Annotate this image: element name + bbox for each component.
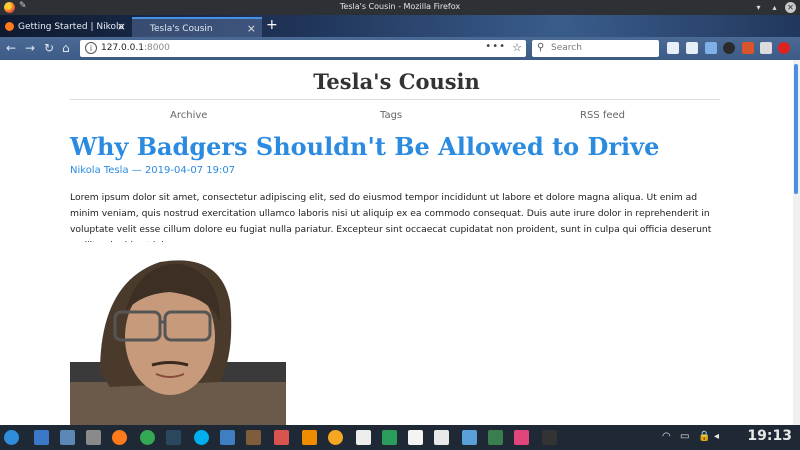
- steam-icon[interactable]: [166, 430, 181, 445]
- image-viewer-icon[interactable]: [488, 430, 503, 445]
- page-scrollbar[interactable]: [793, 60, 800, 425]
- skype-icon[interactable]: [194, 430, 209, 445]
- page-content: Tesla's Cousin Archive Tags RSS feed Why…: [0, 60, 793, 425]
- search-input[interactable]: ⚲ Search: [532, 40, 659, 57]
- search-icon: ⚲: [537, 42, 545, 53]
- tab-strip: Getting Started | Nikola × Tesla's Cousi…: [0, 15, 800, 37]
- nav-link-rss[interactable]: RSS feed: [580, 110, 625, 121]
- post-date[interactable]: 2019-04-07 19:07: [145, 165, 235, 176]
- spreadsheet-icon[interactable]: [434, 430, 449, 445]
- site-title[interactable]: Tesla's Cousin: [0, 69, 793, 94]
- tab-favicon-icon: [5, 22, 14, 31]
- tab-teslas-cousin[interactable]: Tesla's Cousin ×: [132, 17, 262, 37]
- tab-label: Getting Started | Nikola: [18, 22, 124, 32]
- krita-icon[interactable]: [220, 430, 235, 445]
- reload-icon[interactable]: ↻: [44, 41, 54, 55]
- archive-icon[interactable]: [86, 430, 101, 445]
- taskbar-clock[interactable]: 19:13: [747, 428, 792, 444]
- header-divider: [70, 99, 720, 100]
- puzzle-icon[interactable]: [514, 430, 529, 445]
- tab-getting-started[interactable]: Getting Started | Nikola ×: [0, 17, 132, 37]
- post-byline: Nikola Tesla — 2019-04-07 19:07: [70, 165, 235, 176]
- home-icon[interactable]: ⌂: [62, 41, 70, 55]
- paint-icon[interactable]: [246, 430, 261, 445]
- system-monitor-icon[interactable]: [462, 430, 477, 445]
- html-addon-icon[interactable]: [742, 42, 754, 54]
- maximize-icon[interactable]: ▴: [769, 2, 780, 13]
- notes-icon[interactable]: [382, 430, 397, 445]
- tab-close-icon[interactable]: ×: [247, 22, 256, 35]
- site-info-icon[interactable]: i: [85, 42, 97, 54]
- byline-separator: —: [128, 165, 145, 176]
- post-author[interactable]: Nikola Tesla: [70, 165, 129, 176]
- tab-label: Tesla's Cousin: [150, 24, 213, 34]
- url-text[interactable]: 127.0.0.1:8000: [101, 43, 170, 53]
- terminal-icon[interactable]: [542, 430, 557, 445]
- vlc-icon[interactable]: [302, 430, 317, 445]
- window-titlebar: ✎ Tesla's Cousin - Mozilla Firefox ▾ ▴ ✕: [0, 0, 800, 15]
- nav-bar: ← → ↻ ⌂ i 127.0.0.1:8000 ••• ☆ ⚲ Search: [0, 37, 800, 60]
- nav-link-archive[interactable]: Archive: [170, 110, 207, 121]
- post-title[interactable]: Why Badgers Shouldn't Be Allowed to Driv…: [70, 132, 659, 161]
- app-launcher-icon[interactable]: [4, 430, 19, 445]
- window-title: Tesla's Cousin - Mozilla Firefox: [339, 2, 461, 11]
- tab-close-icon[interactable]: ×: [117, 20, 126, 33]
- bookmark-star-icon[interactable]: ☆: [512, 41, 522, 54]
- text-editor-icon[interactable]: [408, 430, 423, 445]
- wifi-icon[interactable]: ◠: [662, 431, 671, 442]
- print-icon[interactable]: [667, 42, 679, 54]
- minimize-icon[interactable]: ▾: [753, 2, 764, 13]
- back-icon[interactable]: ←: [6, 41, 16, 55]
- chrome-icon[interactable]: [140, 430, 155, 445]
- firefox-taskbar-icon[interactable]: [112, 430, 127, 445]
- search-placeholder: Search: [551, 43, 582, 53]
- nav-link-tags[interactable]: Tags: [380, 110, 402, 121]
- volume-icon[interactable]: ◂: [714, 431, 719, 442]
- new-tab-icon[interactable]: +: [266, 17, 278, 33]
- forward-icon[interactable]: →: [25, 41, 35, 55]
- close-window-icon[interactable]: ✕: [785, 2, 796, 13]
- addon-icon[interactable]: [760, 42, 772, 54]
- battery-icon[interactable]: ▭: [680, 431, 689, 442]
- croissant-icon[interactable]: [328, 430, 343, 445]
- url-bar[interactable]: i 127.0.0.1:8000 ••• ☆: [80, 40, 526, 57]
- adblock-icon[interactable]: [778, 42, 790, 54]
- extensions-icon[interactable]: [686, 42, 698, 54]
- desktop-icon[interactable]: [34, 430, 49, 445]
- page-actions-icon[interactable]: •••: [485, 41, 506, 52]
- post-photo: [70, 242, 286, 425]
- taskbar: ◠ ▭ 🔒 ◂ 19:13: [0, 425, 800, 450]
- document-icon[interactable]: [356, 430, 371, 445]
- scrollbar-thumb[interactable]: [794, 64, 798, 194]
- synced-tabs-icon[interactable]: [705, 42, 717, 54]
- camera-icon[interactable]: [723, 42, 735, 54]
- screenshot-icon[interactable]: [274, 430, 289, 445]
- file-manager-icon[interactable]: [60, 430, 75, 445]
- lock-icon[interactable]: 🔒: [698, 431, 710, 442]
